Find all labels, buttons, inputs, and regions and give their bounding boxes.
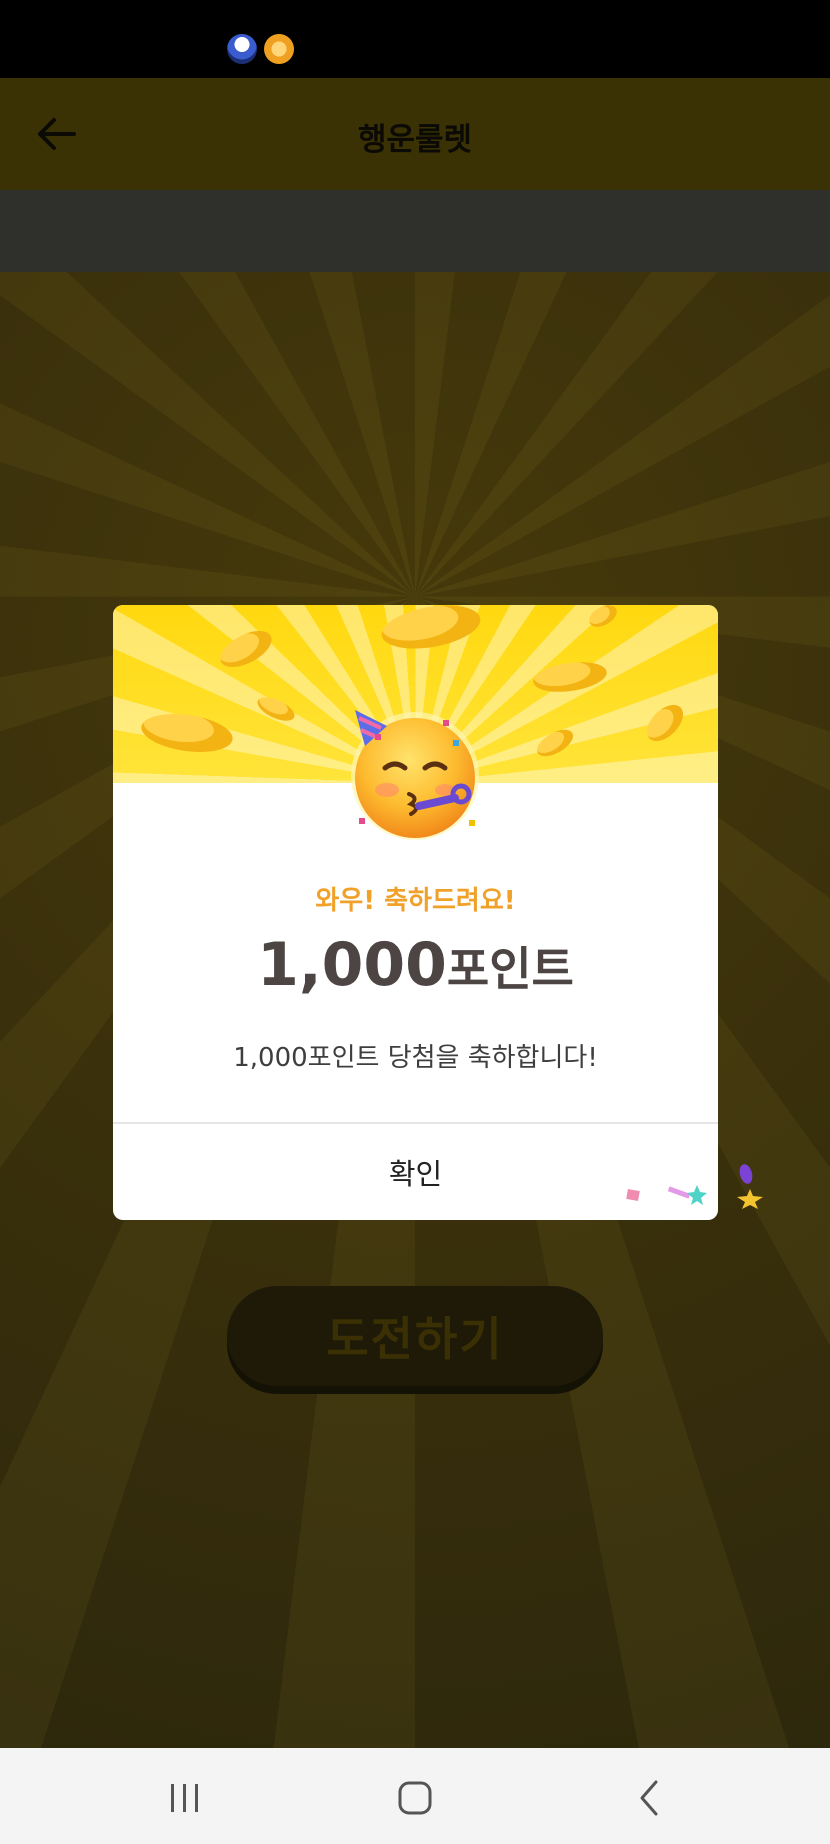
star-icon <box>686 1184 708 1210</box>
coin-icon <box>254 692 298 726</box>
party-face-icon <box>335 690 495 850</box>
back-icon[interactable] <box>610 1766 690 1826</box>
coin-icon <box>585 605 621 632</box>
app-notification-icon <box>227 34 257 64</box>
coin-icon <box>214 623 278 675</box>
prize-unit: 포인트 <box>446 942 574 996</box>
success-title: 와우! 축하드려요! <box>315 886 516 916</box>
system-navigation-bar <box>0 1748 830 1844</box>
prize-amount: 1,000포인트 <box>113 930 718 1000</box>
star-icon <box>736 1188 764 1214</box>
coin-icon <box>378 605 484 656</box>
coin-icon <box>640 698 690 748</box>
home-icon[interactable] <box>375 1766 455 1826</box>
challenge-button[interactable]: 도전하기 <box>227 1286 603 1386</box>
confetti-piece <box>626 1189 640 1201</box>
status-bar <box>0 0 830 78</box>
coin-notification-icon <box>264 34 294 64</box>
prize-modal: 와우! 축하드려요! 1,000포인트 1,000포인트 당첨을 축하합니다! … <box>113 605 718 1220</box>
prize-number: 1,000 <box>257 930 447 1000</box>
coin-icon <box>138 708 236 758</box>
app-header: 행운룰렛 <box>0 78 830 190</box>
challenge-button-label: 도전하기 <box>326 1312 504 1366</box>
page-title: 행운룰렛 <box>357 122 473 158</box>
coin-icon <box>531 657 609 697</box>
info-band <box>0 190 830 272</box>
confirm-button[interactable]: 확인 <box>113 1124 718 1220</box>
recent-apps-icon[interactable] <box>145 1766 225 1826</box>
prize-message: 1,000포인트 당첨을 축하합니다! <box>233 1043 598 1073</box>
coin-icon <box>532 724 578 762</box>
